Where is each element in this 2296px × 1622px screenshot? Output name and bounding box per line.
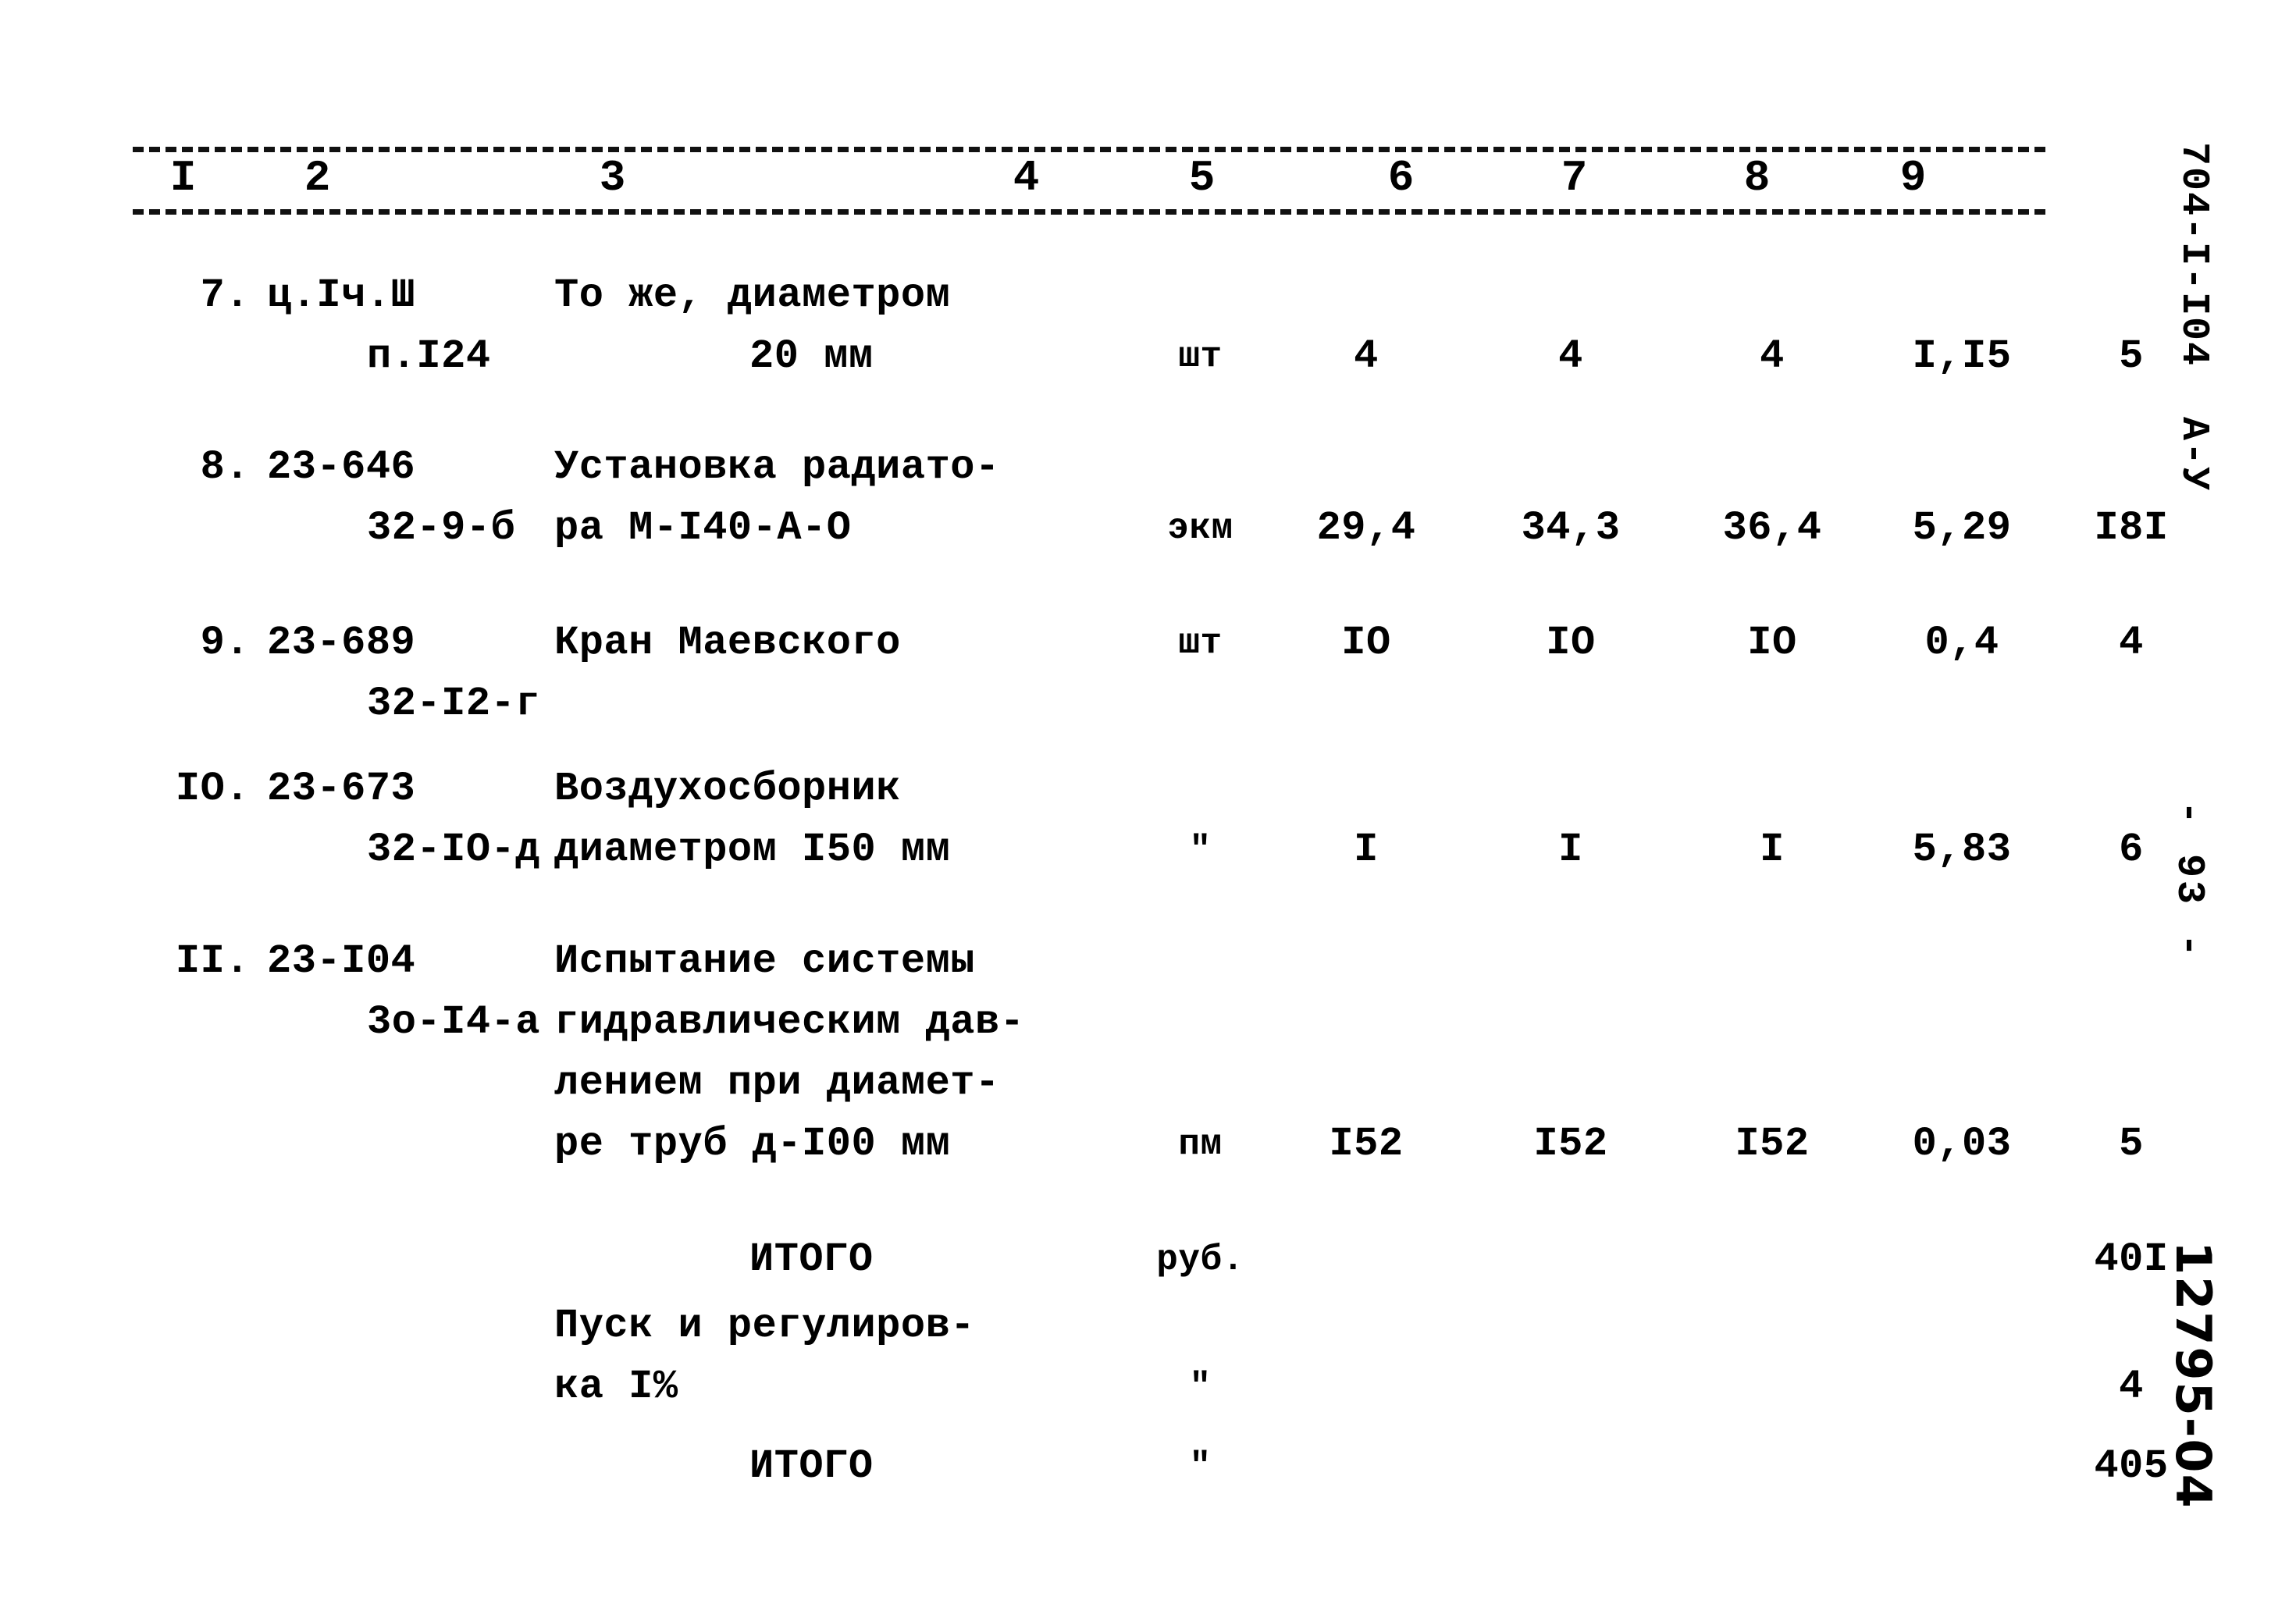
row-number: II. (175, 938, 250, 984)
row-value-col9: I8I (2094, 505, 2169, 551)
row-unit-ditto: " (1189, 830, 1212, 870)
table-header-rule-bottom (133, 209, 2045, 215)
row-value-col7: I (1760, 827, 1785, 873)
row-value-col8: I,I5 (1912, 333, 2012, 379)
row-value-col5: 4 (1354, 333, 1379, 379)
document-code-stamp: 704-I-I04 А-У (2171, 142, 2216, 493)
row-value-col8: 0,4 (1924, 620, 1999, 666)
adjustment-label-line-1: Пуск и регулиров- (554, 1303, 975, 1349)
row-code-line-1: 23-I04 (267, 938, 416, 984)
archive-number-handwritten: 12795-04 (2165, 1241, 2222, 1510)
table-header-rule-top (133, 147, 2045, 152)
adjustment-label-line-2: ка I% (554, 1364, 678, 1410)
column-header-4: 4 (960, 156, 1093, 200)
row-code-line-1: 23-646 (267, 444, 416, 490)
row-description-line-2: ра М-I40-А-О (554, 505, 852, 551)
row-value-col6: I (1558, 827, 1583, 873)
row-number: IО. (175, 766, 250, 812)
total-unit: руб. (1156, 1240, 1244, 1280)
row-value-col6: I52 (1533, 1121, 1608, 1167)
row-value-col6: IO (1546, 620, 1596, 666)
adjustment-unit-ditto: " (1189, 1367, 1212, 1407)
row-value-col8: 5,29 (1912, 505, 2012, 551)
column-header-8: 8 (1691, 156, 1824, 200)
row-value-col7: 36,4 (1722, 505, 1822, 551)
row-description-line-1: Установка радиато- (554, 444, 1000, 490)
column-header-3: 3 (546, 156, 679, 200)
row-value-col5: I52 (1329, 1121, 1404, 1167)
row-description-line-4: ре труб д-I00 мм (554, 1121, 951, 1167)
row-value-col6: 34,3 (1521, 505, 1621, 551)
total-unit-ditto: " (1189, 1446, 1212, 1487)
column-header-9: 9 (1847, 156, 1980, 200)
row-number: 7. (200, 272, 250, 318)
row-number: 9. (200, 620, 250, 666)
row-value-col9: 5 (2119, 1121, 2144, 1167)
row-description-line-1: Кран Маевского (554, 620, 901, 666)
row-value-col5: 29,4 (1316, 505, 1416, 551)
row-value-col8: 5,83 (1912, 827, 2012, 873)
column-header-5: 5 (1136, 156, 1269, 200)
row-description-line-2: диаметром I50 мм (554, 827, 951, 873)
column-header-2: 2 (251, 156, 384, 200)
row-code-line-2: 32-I2-г (367, 681, 540, 727)
estimate-table: I 2 3 4 5 6 7 8 9 7. ц.Iч.Ш п.I24 То же,… (117, 117, 2168, 1585)
row-value-col5: I (1354, 827, 1379, 873)
row-code-line-1: ц.Iч.Ш (267, 272, 416, 318)
row-value-col7: IO (1747, 620, 1797, 666)
row-value-col6: 4 (1558, 333, 1583, 379)
row-unit: шт (1178, 336, 1223, 377)
row-description-line-2: гидравлическим дав- (554, 999, 1025, 1045)
column-header-7: 7 (1508, 156, 1641, 200)
row-unit: пм (1178, 1124, 1223, 1165)
row-description-line-3: лением при диамет- (554, 1060, 1000, 1106)
page-number: - 93 - (2166, 801, 2211, 961)
row-code-line-1: 23-673 (267, 766, 416, 812)
column-header-1: I (117, 156, 250, 200)
row-value-col5: IO (1341, 620, 1391, 666)
row-unit: экм (1167, 508, 1233, 549)
scanned-document-page: I 2 3 4 5 6 7 8 9 7. ц.Iч.Ш п.I24 То же,… (0, 0, 2296, 1622)
row-value-col7: I52 (1735, 1121, 1810, 1167)
row-value-col8: 0,03 (1912, 1121, 2012, 1167)
row-value-col7: 4 (1760, 333, 1785, 379)
column-header-6: 6 (1335, 156, 1468, 200)
row-code-line-1: 23-689 (267, 620, 416, 666)
row-description-line-1: Воздухосборник (554, 766, 901, 812)
row-unit: шт (1178, 623, 1223, 663)
row-description-line-1: Испытание системы (554, 938, 975, 984)
row-number: 8. (200, 444, 250, 490)
row-value-col9: 4 (2119, 620, 2144, 666)
row-description-line-1: То же, диаметром (554, 272, 951, 318)
